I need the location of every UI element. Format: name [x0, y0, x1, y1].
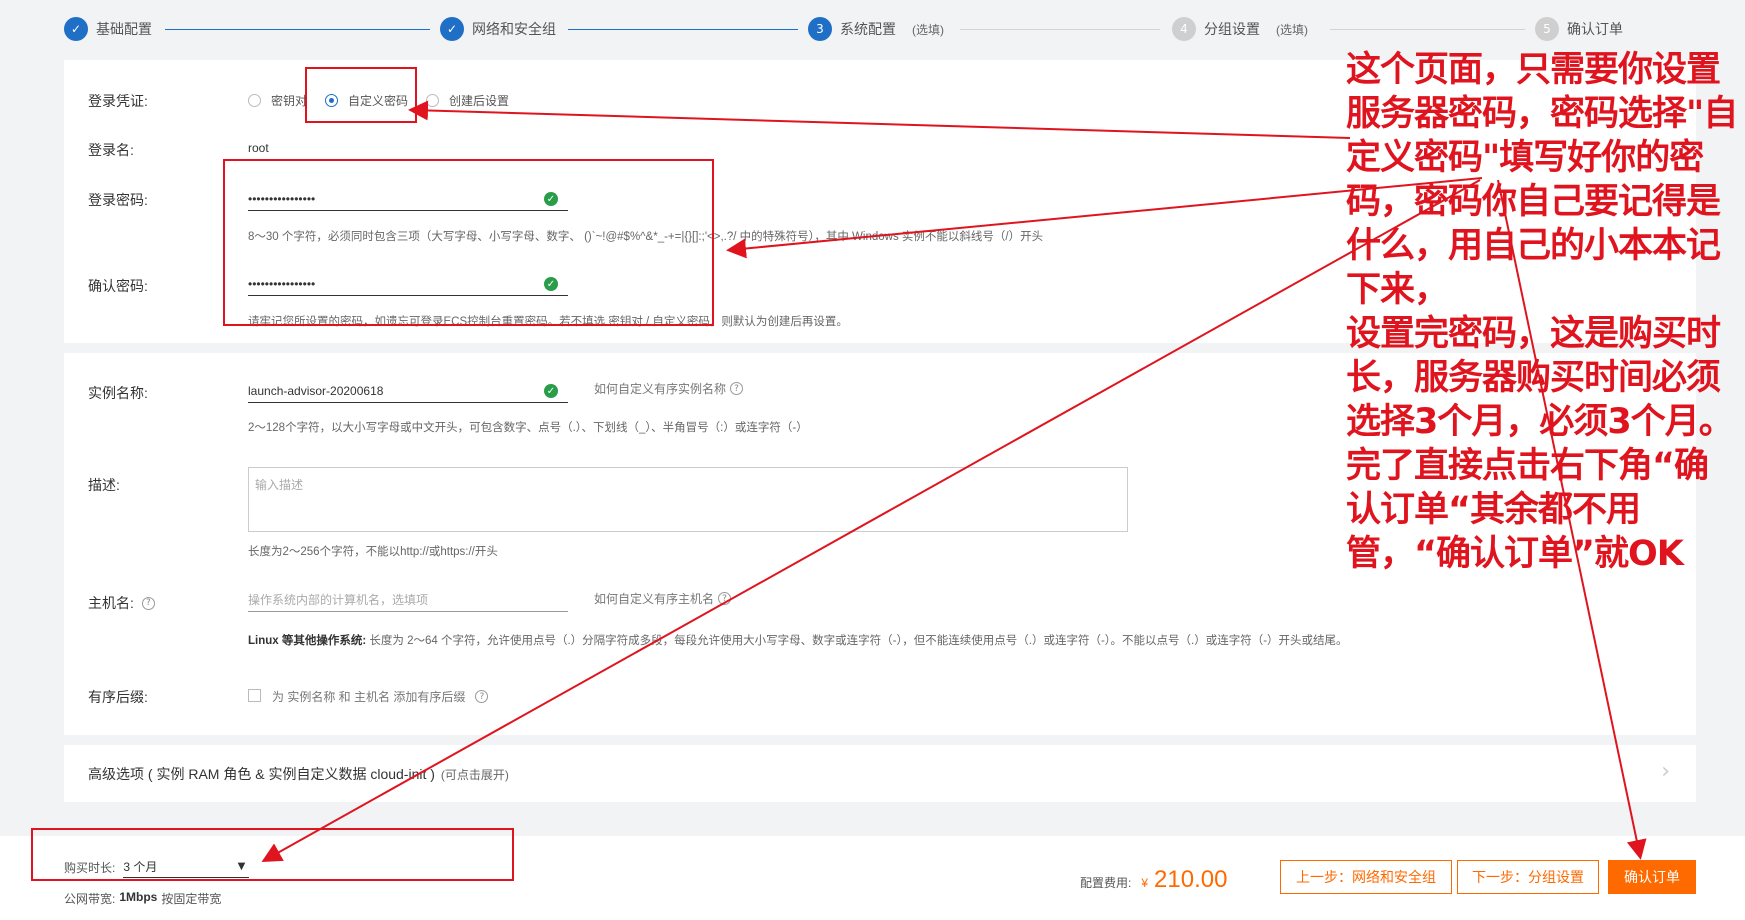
- password-label: 登录密码:: [88, 192, 148, 208]
- help-text: 如何自定义有序实例名称: [594, 382, 727, 396]
- step-number: 3: [808, 17, 832, 41]
- step-confirm[interactable]: 5 确认订单: [1535, 16, 1623, 42]
- step-sub: (选填): [1276, 22, 1308, 37]
- check-icon: ✓: [544, 384, 558, 398]
- fee-label: 配置费用:: [1080, 876, 1132, 890]
- question-icon[interactable]: ?: [475, 690, 489, 703]
- step-basic[interactable]: ✓ 基础配置: [64, 16, 152, 42]
- step-group[interactable]: 4 分组设置 (选填): [1172, 16, 1308, 42]
- radio-label: 密钥对: [271, 94, 308, 108]
- step-label: 系统配置: [840, 21, 896, 37]
- confirm-order-button[interactable]: 确认订单: [1608, 860, 1696, 894]
- step-label: 确认订单: [1567, 21, 1623, 37]
- hostname-help-link[interactable]: 如何自定义有序主机名?: [594, 590, 732, 607]
- fee-value: 210.00: [1154, 866, 1228, 893]
- instance-name-hint: 2～128个字符，以大小写字母或中文开头，可包含数字、点号（.）、下划线（_）、…: [248, 422, 808, 434]
- hostname-hint: Linux 等其他操作系统: 长度为 2～64 个字符，允许使用点号（.）分隔字…: [248, 632, 1348, 648]
- radio-set-later[interactable]: 创建后设置: [426, 92, 509, 109]
- bandwidth-group: 公网带宽: 1Mbps 按固定带宽: [64, 890, 221, 907]
- advanced-sub: (可点击展开): [440, 768, 509, 782]
- bandwidth-note: 按固定带宽: [161, 892, 222, 906]
- instance-name-label: 实例名称:: [88, 385, 148, 401]
- check-icon: ✓: [64, 17, 88, 41]
- hostname-hint-text: 长度为 2～64 个字符，允许使用点号（.）分隔字符成多段，每段允许使用大小写字…: [366, 635, 1348, 647]
- question-icon: ?: [730, 382, 744, 395]
- description-textarea[interactable]: 输入描述: [248, 467, 1128, 532]
- hostname-placeholder: 操作系统内部的计算机名，选填项: [248, 593, 429, 607]
- step-network[interactable]: ✓ 网络和安全组: [440, 16, 556, 42]
- check-icon: ✓: [440, 17, 464, 41]
- bandwidth-value: 1Mbps: [119, 890, 158, 904]
- hostname-label-group: 主机名: ?: [88, 593, 155, 613]
- step-line: [568, 29, 798, 30]
- ordered-suffix-checkbox[interactable]: [248, 689, 261, 702]
- instance-name-help-link[interactable]: 如何自定义有序实例名称?: [594, 380, 744, 397]
- advanced-options-panel[interactable]: 高级选项 ( 实例 RAM 角色 & 实例自定义数据 cloud-init ) …: [64, 745, 1696, 802]
- description-placeholder: 输入描述: [255, 478, 304, 492]
- hostname-hint-bold: Linux 等其他操作系统:: [248, 635, 367, 647]
- username-label: 登录名:: [88, 142, 134, 158]
- next-step-button[interactable]: 下一步：分组设置: [1457, 860, 1599, 894]
- step-sub: (选填): [912, 22, 944, 37]
- radio-icon: [248, 94, 261, 107]
- step-label: 网络和安全组: [472, 21, 556, 37]
- step-line: [165, 29, 430, 30]
- description-label: 描述:: [88, 477, 120, 493]
- annotation-box-password-fields: [223, 159, 714, 326]
- description-hint: 长度为2～256个字符，不能以http://或https://开头: [248, 546, 498, 558]
- step-label: 分组设置: [1204, 21, 1260, 37]
- step-number: 5: [1535, 17, 1559, 41]
- ordered-suffix-label: 有序后缀:: [88, 689, 148, 705]
- prev-step-button[interactable]: 上一步：网络和安全组: [1280, 860, 1452, 894]
- username-value: root: [248, 141, 269, 155]
- step-system[interactable]: 3 系统配置 (选填): [808, 16, 944, 42]
- confirm-password-label: 确认密码:: [88, 278, 148, 294]
- help-text: 如何自定义有序主机名: [594, 592, 715, 606]
- step-line: [960, 29, 1160, 30]
- ordered-suffix-text-group: 为 实例名称 和 主机名 添加有序后缀?: [272, 688, 489, 705]
- question-icon[interactable]: ?: [141, 596, 155, 610]
- radio-label: 创建后设置: [449, 94, 510, 108]
- fee-currency: ¥: [1141, 876, 1149, 890]
- bandwidth-label: 公网带宽:: [64, 892, 116, 906]
- advanced-title: 高级选项 ( 实例 RAM 角色 & 实例自定义数据 cloud-init ): [88, 766, 435, 782]
- annotation-text: 这个页面，只需要你设置服务器密码，密码选择"自定义密码"填写好你的密码，密码你自…: [1346, 50, 1738, 574]
- credential-label: 登录凭证:: [88, 93, 148, 109]
- instance-name-input[interactable]: launch-advisor-20200618 ✓: [248, 379, 568, 403]
- ordered-suffix-text: 为 实例名称 和 主机名 添加有序后缀: [272, 690, 466, 704]
- chevron-right-icon[interactable]: ›: [1661, 759, 1670, 784]
- step-label: 基础配置: [96, 21, 152, 37]
- radio-icon: [426, 94, 439, 107]
- annotation-box-duration: [31, 828, 514, 881]
- hostname-input[interactable]: 操作系统内部的计算机名，选填项: [248, 588, 568, 612]
- annotation-box-password-option: [305, 67, 417, 123]
- instance-name-value: launch-advisor-20200618: [248, 383, 384, 398]
- advanced-title-group: 高级选项 ( 实例 RAM 角色 & 实例自定义数据 cloud-init ) …: [88, 764, 509, 784]
- hostname-label: 主机名:: [88, 595, 134, 611]
- question-icon: ?: [718, 592, 732, 605]
- fee-group: 配置费用: ¥ 210.00: [1080, 866, 1227, 894]
- step-line: [1330, 29, 1525, 30]
- radio-keypair[interactable]: 密钥对: [248, 92, 307, 109]
- step-number: 4: [1172, 17, 1196, 41]
